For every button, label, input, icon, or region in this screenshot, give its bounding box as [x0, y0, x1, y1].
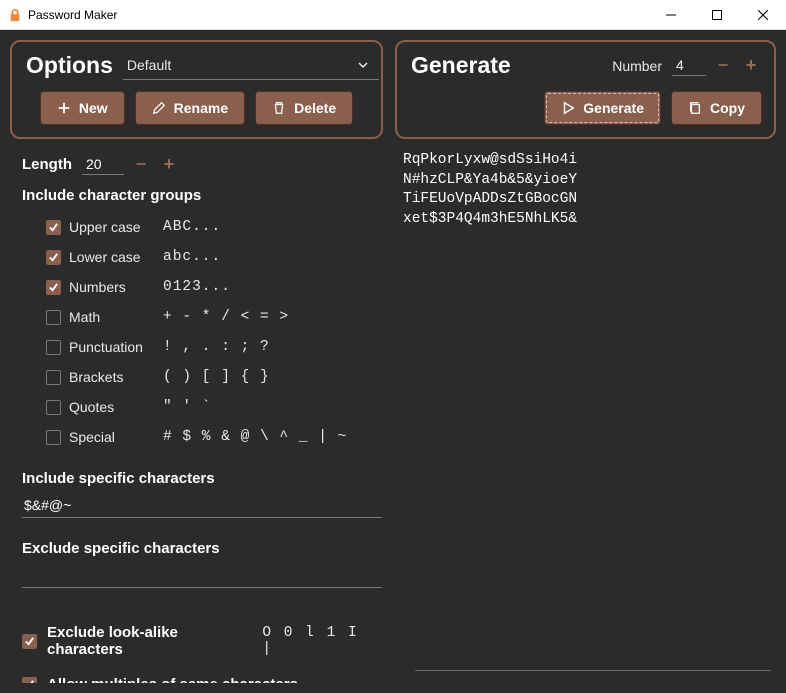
- copy-button-label: Copy: [710, 100, 745, 116]
- new-button[interactable]: New: [40, 91, 125, 125]
- group-sample: abc...: [163, 249, 221, 265]
- output-divider: [415, 670, 771, 671]
- play-icon: [561, 101, 575, 115]
- options-title: Options: [26, 52, 113, 79]
- group-label: Math: [69, 309, 163, 325]
- group-row[interactable]: Lower caseabc...: [46, 242, 377, 272]
- group-sample: ( ) [ ] { }: [163, 369, 270, 385]
- copy-icon: [688, 101, 702, 115]
- exclude-specific-input[interactable]: [22, 565, 382, 588]
- group-sample: ABC...: [163, 219, 221, 235]
- exclude-specific-label: Exclude specific characters: [22, 540, 377, 557]
- new-button-label: New: [79, 100, 108, 116]
- options-panel-header: Options New: [10, 40, 383, 139]
- delete-button-label: Delete: [294, 100, 336, 116]
- profile-select[interactable]: [123, 52, 379, 80]
- allow-multiples-row[interactable]: Allow multiples of same characters: [22, 676, 377, 683]
- group-sample: # $ % & @ \ ^ _ | ~: [163, 429, 347, 445]
- title-bar: Password Maker: [0, 0, 786, 30]
- exclude-lookalike-label: Exclude look-alike characters: [47, 624, 252, 658]
- group-checkbox[interactable]: [46, 340, 61, 355]
- group-label: Quotes: [69, 399, 163, 415]
- rename-button-label: Rename: [174, 100, 228, 116]
- group-row[interactable]: Numbers0123...: [46, 272, 377, 302]
- number-input[interactable]: [672, 55, 706, 76]
- trash-icon: [272, 101, 286, 115]
- group-label: Brackets: [69, 369, 163, 385]
- group-row[interactable]: Upper caseABC...: [46, 212, 377, 242]
- allow-multiples-checkbox[interactable]: [22, 677, 37, 683]
- length-input[interactable]: [82, 154, 124, 175]
- group-checkbox[interactable]: [46, 280, 61, 295]
- exclude-lookalike-checkbox[interactable]: [22, 634, 37, 649]
- number-label: Number: [612, 58, 662, 74]
- group-label: Upper case: [69, 219, 163, 235]
- generate-panel-header: Generate Number − + Generate: [395, 40, 776, 139]
- groups-heading: Include character groups: [22, 187, 377, 204]
- exclude-lookalike-row[interactable]: Exclude look-alike characters O 0 l 1 I …: [22, 624, 377, 658]
- group-sample: " ' `: [163, 399, 212, 415]
- number-increment[interactable]: +: [740, 55, 762, 77]
- delete-button[interactable]: Delete: [255, 91, 353, 125]
- exclude-lookalike-sample: O 0 l 1 I |: [262, 625, 377, 657]
- group-label: Numbers: [69, 279, 163, 295]
- group-checkbox[interactable]: [46, 370, 61, 385]
- group-checkbox[interactable]: [46, 430, 61, 445]
- length-label: Length: [22, 156, 72, 173]
- group-checkbox[interactable]: [46, 220, 61, 235]
- allow-multiples-label: Allow multiples of same characters: [47, 676, 298, 683]
- group-row[interactable]: Math+ - * / < = >: [46, 302, 377, 332]
- group-row[interactable]: Special# $ % & @ \ ^ _ | ~: [46, 422, 377, 452]
- minimize-button[interactable]: [648, 0, 694, 30]
- group-sample: + - * / < = >: [163, 309, 289, 325]
- group-sample: ! , . : ; ?: [163, 339, 270, 355]
- group-checkbox[interactable]: [46, 250, 61, 265]
- pencil-icon: [152, 101, 166, 115]
- plus-icon: [57, 101, 71, 115]
- generate-button[interactable]: Generate: [544, 91, 661, 125]
- group-checkbox[interactable]: [46, 400, 61, 415]
- include-specific-label: Include specific characters: [22, 470, 377, 487]
- length-decrement[interactable]: −: [130, 153, 152, 175]
- lock-icon: [8, 8, 22, 22]
- length-increment[interactable]: +: [158, 153, 180, 175]
- copy-button[interactable]: Copy: [671, 91, 762, 125]
- group-label: Punctuation: [69, 339, 163, 355]
- group-sample: 0123...: [163, 279, 231, 295]
- close-button[interactable]: [740, 0, 786, 30]
- group-row[interactable]: Quotes" ' `: [46, 392, 377, 422]
- include-specific-input[interactable]: [22, 495, 382, 518]
- window-title: Password Maker: [28, 8, 117, 22]
- group-row[interactable]: Brackets( ) [ ] { }: [46, 362, 377, 392]
- group-label: Lower case: [69, 249, 163, 265]
- group-checkbox[interactable]: [46, 310, 61, 325]
- group-label: Special: [69, 429, 163, 445]
- group-row[interactable]: Punctuation! , . : ; ?: [46, 332, 377, 362]
- generate-title: Generate: [411, 52, 511, 79]
- rename-button[interactable]: Rename: [135, 91, 245, 125]
- generated-output[interactable]: RqPkorLyxw@sdSsiHo4i N#hzCLP&Ya4b&5&yioe…: [403, 151, 770, 230]
- maximize-button[interactable]: [694, 0, 740, 30]
- number-decrement[interactable]: −: [712, 55, 734, 77]
- generate-button-label: Generate: [583, 100, 644, 116]
